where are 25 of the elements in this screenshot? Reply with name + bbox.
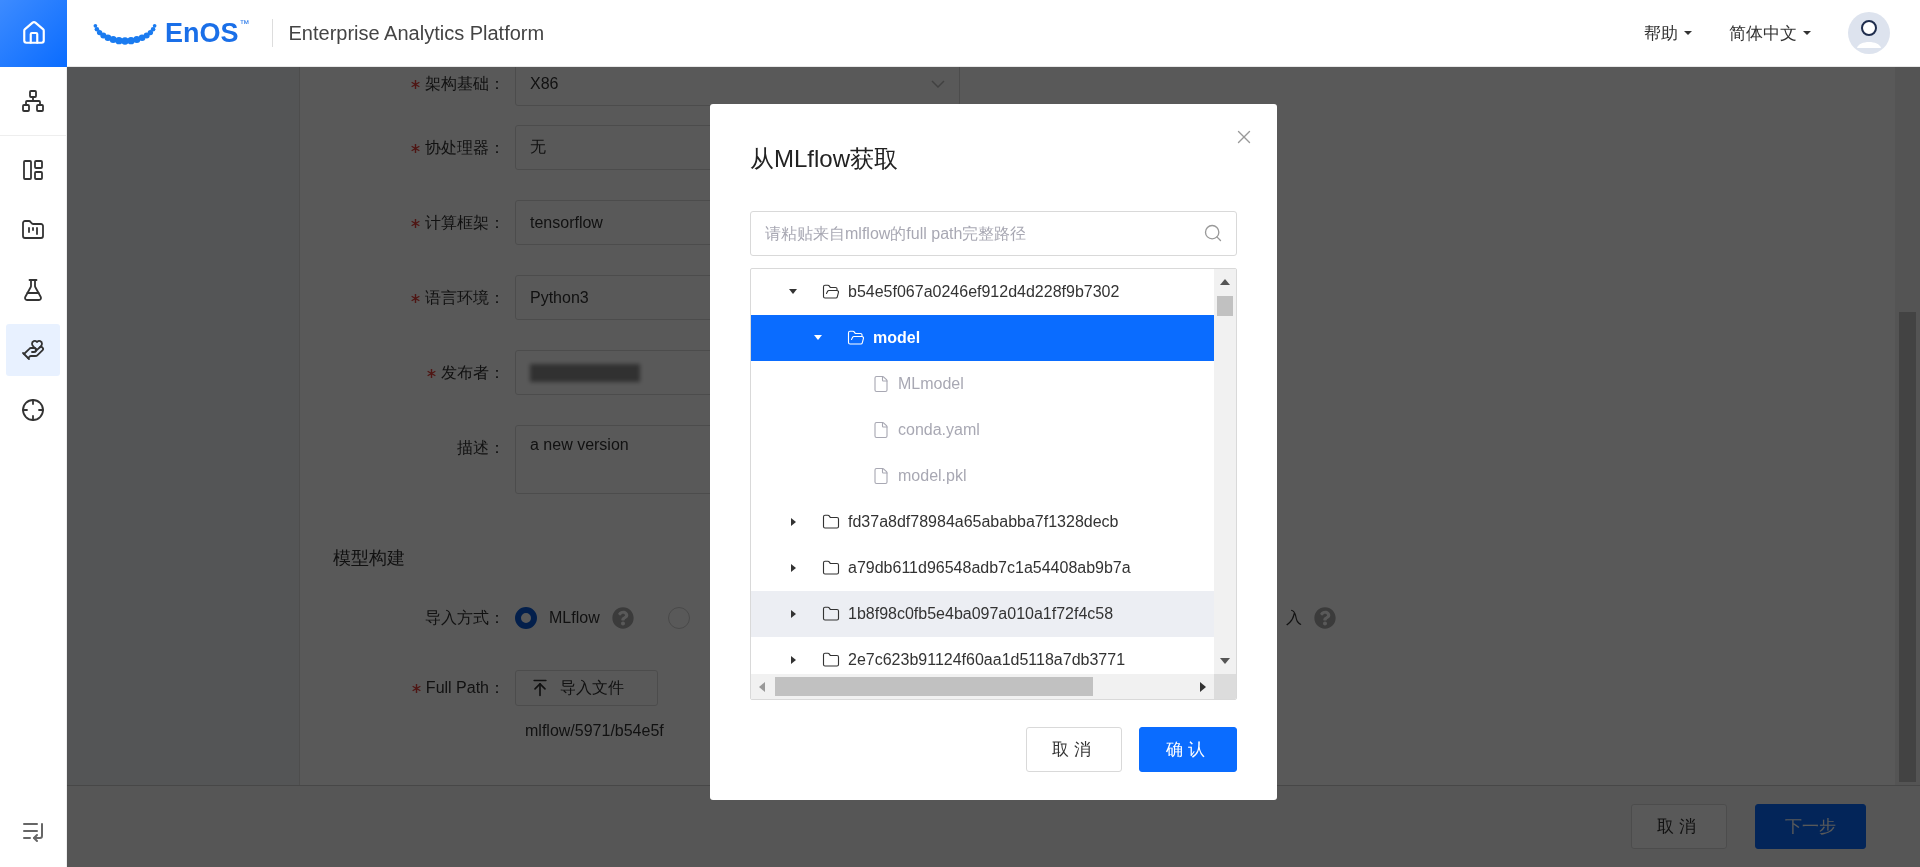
field-label: Full Path：	[300, 670, 515, 706]
field-label: 协处理器：	[300, 125, 515, 170]
tree-label: conda.yaml	[898, 421, 980, 439]
radio-label: MLflow	[549, 609, 600, 627]
app-title: Enterprise Analytics Platform	[288, 21, 545, 45]
tree-label: model	[873, 329, 921, 347]
path-text: mlflow/5971/b54e5f	[525, 722, 665, 740]
section-title: 模型构建	[333, 547, 405, 570]
tree-label: b54e5f067a0246ef912d4d228f9b7302	[848, 283, 1120, 301]
modal-title: 从MLflow获取	[750, 144, 900, 174]
tree-label: 2e7c623b91124f60aa1d5118a7db3771	[848, 651, 1126, 669]
tree-label: a79db611d96548adb7c1a54408ab9b7a	[848, 559, 1131, 577]
field-label: 计算框架：	[300, 200, 515, 245]
tree-label: fd37a8df78984a65ababba7f1328decb	[848, 513, 1119, 531]
field-label: 发布者：	[300, 350, 515, 395]
field-label: 语言环境：	[300, 275, 515, 320]
logo-text: EnOS$^{™}$	[165, 17, 250, 49]
tree-label: MLmodel	[898, 375, 964, 393]
tree-label: model.pkl	[898, 467, 967, 485]
radio-label: 入	[1285, 607, 1302, 628]
field-label: 架构基础：	[300, 67, 515, 106]
field-label: 导入方式：	[424, 608, 506, 628]
field-value: X86	[530, 74, 559, 93]
tree-label: 1b8f98c0fb5e4ba097a010a1f72f4c58	[848, 605, 1114, 623]
field-label: 描述：	[456, 438, 506, 458]
